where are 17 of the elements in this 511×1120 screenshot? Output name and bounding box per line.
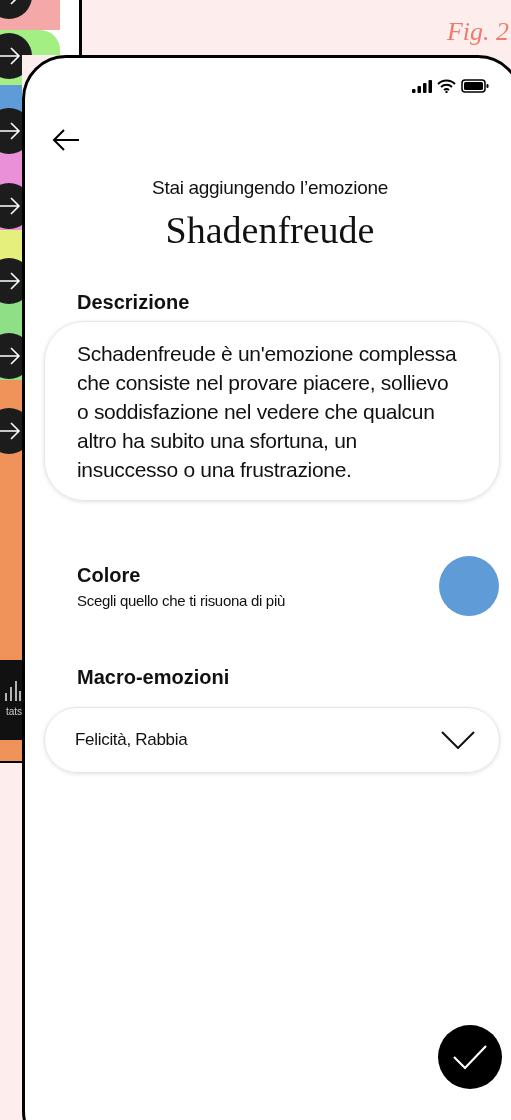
emotion-title: Shadenfreude [165,207,375,253]
nav-label[interactable]: tats [5,707,22,717]
section-label: Descrizione [77,290,191,315]
figure-label: Fig. 2 [446,16,509,48]
subtitle: Stai aggiungendo l’emozione [152,176,388,200]
battery-icon [461,79,489,93]
section-label: Colore [77,562,142,588]
signal-icon [412,79,432,93]
chevron-down-icon [441,731,475,749]
color-swatch[interactable] [439,556,499,616]
description-field[interactable]: Schadenfreude è un'emozione complessa che consiste nel provare piacere, sollievo o soddisfazione nel vedere che qualcun altro ha subito una sfortuna, un insuccesso o una frustrazione. [44,321,500,501]
bar-chart-icon [4,679,22,701]
checkmark-icon [452,1044,488,1070]
wifi-icon [437,79,456,93]
color-hint: Scegli quello che ti risuona di più [77,590,285,611]
back-arrow-icon[interactable] [52,128,80,152]
section-label: Macro-emozioni [77,665,231,690]
